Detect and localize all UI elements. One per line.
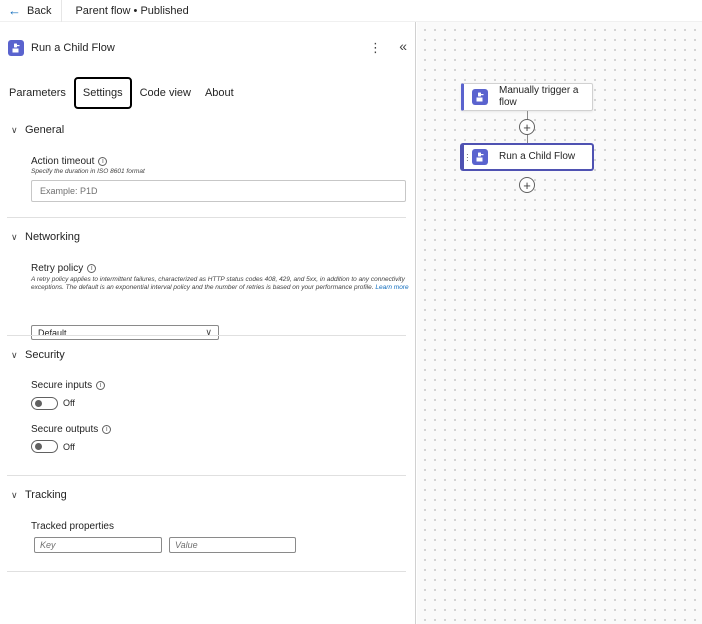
- panel-header: Run a Child Flow ⋮ «: [8, 38, 415, 58]
- secure-inputs-toggle[interactable]: [31, 397, 58, 410]
- panel-tabs: Parameters Settings Code view About: [2, 77, 241, 109]
- child-flow-icon: [8, 40, 24, 56]
- tracked-property-key-input[interactable]: Key: [34, 537, 162, 553]
- more-options-icon[interactable]: ⋮: [369, 40, 382, 56]
- secure-outputs-toggle[interactable]: [31, 440, 58, 453]
- tab-code-view[interactable]: Code view: [133, 77, 198, 109]
- add-step-icon[interactable]: +: [519, 119, 535, 135]
- top-bar: ← Back Parent flow • Published: [0, 0, 702, 22]
- action-settings-panel: Run a Child Flow ⋮ « Parameters Settings…: [0, 22, 416, 624]
- panel-title: Run a Child Flow: [31, 42, 115, 54]
- action-timeout-label-text: Action timeout: [31, 156, 95, 167]
- info-icon[interactable]: i: [96, 381, 106, 390]
- divider: [7, 571, 406, 572]
- info-icon[interactable]: i: [98, 157, 108, 166]
- info-icon[interactable]: i: [102, 425, 112, 434]
- child-flow-icon: [472, 89, 488, 105]
- tab-settings[interactable]: Settings: [73, 77, 132, 109]
- learn-more-link[interactable]: Learn more: [375, 284, 408, 291]
- retry-policy-label-text: Retry policy: [31, 263, 84, 274]
- section-general: ∨ General: [7, 122, 406, 138]
- flow-node-run-child-flow[interactable]: · · · Run a Child Flow: [461, 144, 593, 170]
- secure-outputs-label: Secure outputs i: [31, 424, 112, 435]
- chevron-down-icon: ∨: [11, 124, 18, 135]
- retry-policy-helper-text: A retry policy applies to intermittent f…: [31, 276, 405, 291]
- flow-designer-canvas[interactable]: Manually trigger a flow + · · · Run a Chil…: [417, 22, 702, 624]
- section-networking: ∨ Networking: [7, 229, 406, 245]
- retry-policy-value: Default: [38, 327, 67, 338]
- section-tracking: ∨ Tracking: [7, 487, 406, 503]
- section-networking-header[interactable]: ∨ Networking: [7, 229, 406, 245]
- arrow-left-icon: ←: [8, 3, 21, 18]
- tracked-properties-label: Tracked properties: [31, 521, 114, 532]
- tracked-property-value-input[interactable]: Value: [169, 537, 296, 553]
- flow-node-label: Manually trigger a flow: [499, 85, 579, 108]
- secure-inputs-label: Secure inputs i: [31, 380, 106, 391]
- retry-policy-select[interactable]: Default ∨: [31, 325, 219, 340]
- chevron-down-icon: ∨: [205, 327, 212, 337]
- secure-outputs-state: Off: [63, 442, 75, 452]
- retry-policy-helper: A retry policy applies to intermittent f…: [31, 276, 409, 292]
- child-flow-icon: [472, 149, 488, 165]
- section-security-header[interactable]: ∨ Security: [7, 347, 406, 363]
- back-button[interactable]: ← Back: [0, 0, 63, 22]
- drag-handle-icon[interactable]: · · ·: [466, 151, 469, 165]
- section-title: General: [25, 124, 65, 136]
- section-title: Tracking: [25, 489, 67, 501]
- section-tracking-header[interactable]: ∨ Tracking: [7, 487, 406, 503]
- section-title: Networking: [25, 231, 81, 243]
- secure-inputs-label-text: Secure inputs: [31, 380, 93, 391]
- divider: [7, 335, 406, 336]
- section-security: ∨ Security: [7, 347, 406, 363]
- divider: [7, 475, 406, 476]
- action-timeout-label: Action timeout i: [31, 156, 108, 167]
- divider: [7, 217, 406, 218]
- add-step-icon[interactable]: +: [519, 177, 535, 193]
- collapse-panel-icon[interactable]: «: [399, 38, 407, 54]
- section-general-header[interactable]: ∨ General: [7, 122, 406, 138]
- info-icon[interactable]: i: [87, 264, 97, 273]
- tab-about[interactable]: About: [198, 77, 241, 109]
- section-title: Security: [25, 349, 65, 361]
- retry-policy-label: Retry policy i: [31, 263, 97, 274]
- action-timeout-input[interactable]: Example: P1D: [31, 180, 406, 202]
- back-label: Back: [27, 4, 52, 17]
- flow-node-trigger[interactable]: Manually trigger a flow: [461, 83, 593, 111]
- flow-title: Parent flow • Published: [75, 4, 189, 17]
- tab-parameters[interactable]: Parameters: [2, 77, 73, 109]
- chevron-down-icon: ∨: [11, 231, 18, 242]
- secure-inputs-state: Off: [63, 398, 75, 408]
- action-timeout-helper: Specify the duration in ISO 8601 format: [31, 168, 145, 175]
- flow-node-label: Run a Child Flow: [499, 151, 576, 162]
- chevron-down-icon: ∨: [11, 349, 18, 360]
- secure-outputs-label-text: Secure outputs: [31, 424, 99, 435]
- chevron-down-icon: ∨: [11, 489, 18, 500]
